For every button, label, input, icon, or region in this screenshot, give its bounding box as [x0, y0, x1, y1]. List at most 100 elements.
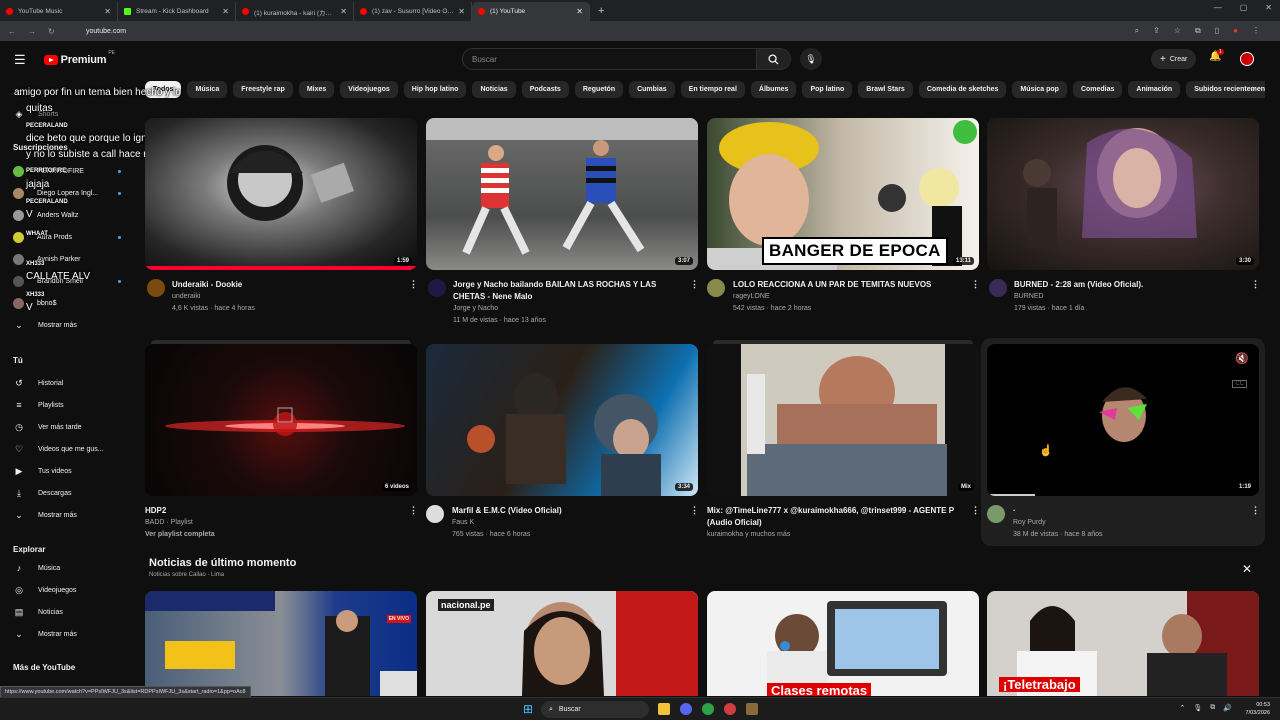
channel-name[interactable]: kuraimokha y muchos más	[707, 529, 790, 541]
chevron-right-icon[interactable]: ›	[1252, 83, 1255, 93]
chip-en-tiempo-real[interactable]: En tiempo real	[680, 81, 745, 98]
profile-icon[interactable]: ●	[1233, 26, 1238, 36]
captions-icon[interactable]: CC	[1232, 380, 1247, 388]
chip-podcasts[interactable]: Podcasts	[521, 81, 569, 98]
account-avatar[interactable]	[1240, 52, 1254, 66]
video-title[interactable]: Underaiki - Dookie	[172, 279, 242, 290]
extensions-icon[interactable]: ⧉	[1195, 26, 1201, 36]
reload-icon[interactable]: ↻	[48, 27, 55, 36]
hamburger-menu-icon[interactable]: ☰	[14, 52, 26, 68]
browser-tab[interactable]: Stream - Kick Dashboard ✕	[118, 2, 236, 21]
sidebar-sub[interactable]: Anders Waltz	[13, 208, 78, 222]
more-options-icon[interactable]: ⋮	[971, 505, 980, 516]
sidebar-item-watch-later[interactable]: ◷ Ver más tarde	[13, 420, 82, 434]
chip-mixes[interactable]: Mixes	[298, 81, 335, 98]
video-title[interactable]: Jorge y Nacho bailando BAILAN LAS ROCHAS…	[453, 279, 656, 290]
channel-name[interactable]: Jorge y Nacho	[453, 303, 498, 315]
chip-pop-latino[interactable]: Pop latino	[802, 81, 853, 98]
browser-tab[interactable]: (1) kuraimokha - kairi (カイリ) (a...✕	[236, 2, 354, 21]
more-options-icon[interactable]: ⋮	[409, 505, 418, 516]
sidebar-item-historial[interactable]: ↺ Historial	[13, 376, 63, 390]
channel-name[interactable]: BURNED	[1014, 291, 1044, 303]
maximize-icon[interactable]: ▢	[1240, 3, 1248, 12]
video-title-line2[interactable]: (Audio Oficial)	[707, 517, 762, 528]
you-section-title[interactable]: Tú	[13, 356, 23, 365]
video-card[interactable]: 3:34 Marfil & E.M.C (Video Oficial) Faus…	[426, 344, 699, 544]
close-window-icon[interactable]: ✕	[1265, 3, 1272, 12]
browser-menu-icon[interactable]: ⋮	[1252, 26, 1260, 36]
view-full-playlist-link[interactable]: Ver playlist completa	[145, 529, 215, 541]
volume-icon[interactable]: 🔊	[1223, 704, 1232, 712]
back-icon[interactable]: ←	[8, 27, 16, 36]
video-card[interactable]: BANGER DE EPOCA 13:11 LOLO REACCIONA A U…	[707, 118, 980, 318]
video-thumbnail[interactable]: 3:30	[987, 118, 1259, 270]
new-tab-icon[interactable]: +	[590, 2, 612, 21]
news-card[interactable]: Clases remotas	[707, 591, 979, 696]
channel-avatar[interactable]	[987, 505, 1005, 523]
video-title-line2[interactable]: CHETAS - Nene Malo	[453, 291, 532, 302]
app-icon[interactable]	[746, 703, 758, 715]
video-card[interactable]: 1:59 Underaiki - Dookie underaiki 4,6 K …	[145, 118, 418, 318]
chip-hip-hop-latino[interactable]: Hip hop latino	[403, 81, 467, 98]
search-button[interactable]	[757, 48, 791, 70]
video-thumbnail[interactable]: Mix	[707, 344, 979, 496]
video-thumbnail[interactable]: 3:34	[426, 344, 698, 496]
video-thumbnail[interactable]: 1:59	[145, 118, 417, 270]
forward-icon[interactable]: →	[28, 27, 36, 36]
windows-start-icon[interactable]: ⊞	[523, 702, 533, 716]
video-card[interactable]: 3:30 BURNED - 2:28 am (Video Oficial). B…	[987, 118, 1260, 318]
chevron-up-icon[interactable]: ⌃	[1180, 704, 1186, 712]
channel-avatar[interactable]	[989, 279, 1007, 297]
sidebar-show-more[interactable]: ⌄ Mostrar más	[13, 627, 77, 641]
video-title[interactable]: Marfil & E.M.C (Video Oficial)	[452, 505, 562, 516]
youtube-premium-logo[interactable]: Premium PE	[43, 50, 115, 66]
taskbar-search[interactable]: ⌕ Buscar	[541, 701, 649, 718]
mic-tray-icon[interactable]: 🎙	[1193, 704, 1202, 712]
sidebar-item-your-videos[interactable]: ▶ Tus videos	[13, 464, 72, 478]
video-thumbnail[interactable]: BANGER DE EPOCA 13:11	[707, 118, 979, 270]
mix-card[interactable]: Mix Mix: @TimeLine777 x @kuraimokha666, …	[707, 340, 980, 544]
chip-regueton[interactable]: Reguetón	[574, 81, 624, 98]
news-card[interactable]: EN VIVO	[145, 591, 417, 696]
sidebar-show-more[interactable]: ⌄ Mostrar más	[13, 318, 77, 332]
app-icon[interactable]	[724, 703, 736, 715]
video-title[interactable]: LOLO REACCIONA A UN PAR DE TEMITAS NUEVO…	[733, 279, 931, 290]
video-title[interactable]: Mix: @TimeLine777 x @kuraimokha666, @tri…	[707, 505, 969, 516]
sidebar-item-playlists[interactable]: ≡ Playlists	[13, 398, 63, 412]
bookmark-star-icon[interactable]: ☆	[1174, 26, 1181, 36]
chip-brawl-stars[interactable]: Brawl Stars	[858, 81, 913, 98]
channel-avatar[interactable]	[147, 279, 165, 297]
create-button[interactable]: + Crear	[1151, 49, 1197, 69]
channel-name[interactable]: BADD · Playlist	[145, 517, 193, 529]
voice-search-button[interactable]: 🎙	[800, 48, 822, 70]
url-field[interactable]: youtube.com	[86, 28, 126, 35]
playlist-title[interactable]: HDP2	[145, 505, 166, 516]
more-options-icon[interactable]: ⋮	[1251, 279, 1260, 290]
close-tab-icon[interactable]: ✕	[458, 7, 465, 16]
discord-icon[interactable]	[680, 703, 692, 715]
share-icon[interactable]: ⇪	[1153, 26, 1160, 36]
chip-animacion[interactable]: Animación	[1128, 81, 1181, 98]
browser-tab[interactable]: (1) zav - Susurro [Video Oficial] ✕	[354, 2, 472, 21]
video-title[interactable]: BURNED - 2:28 am (Video Oficial).	[1014, 279, 1143, 290]
close-tab-icon[interactable]: ✕	[222, 7, 229, 16]
chip-albumes[interactable]: Álbumes	[750, 81, 797, 98]
channel-avatar[interactable]	[426, 505, 444, 523]
chrome-icon[interactable]	[702, 703, 714, 715]
chip-comedia-sketches[interactable]: Comedia de sketches	[918, 81, 1007, 98]
file-explorer-icon[interactable]	[658, 703, 670, 715]
browser-tab-active[interactable]: (1) YouTube ✕	[472, 2, 590, 21]
channel-avatar[interactable]	[707, 279, 725, 297]
sidebar-item-news[interactable]: ▤ Noticias	[13, 605, 63, 619]
video-title[interactable]: .	[1013, 503, 1015, 514]
sidebar-item-downloads[interactable]: ⤓ Descargas	[13, 486, 71, 500]
chip-freestyle-rap[interactable]: Freestyle rap	[233, 81, 293, 98]
video-preview-player[interactable]: 🔇 CC 1:19 ☝	[987, 344, 1259, 496]
channel-name[interactable]: Faus K	[452, 517, 474, 529]
sidebar-item-music[interactable]: ♪ Música	[13, 561, 60, 575]
sidebar-item-gaming[interactable]: ◎ Videojuegos	[13, 583, 76, 597]
video-thumbnail[interactable]: 6 videos	[145, 344, 417, 496]
dismiss-shelf-close-icon[interactable]: ✕	[1242, 562, 1252, 576]
close-tab-icon[interactable]: ✕	[340, 7, 347, 16]
news-card[interactable]: ¡Teletrabajo	[987, 591, 1259, 696]
